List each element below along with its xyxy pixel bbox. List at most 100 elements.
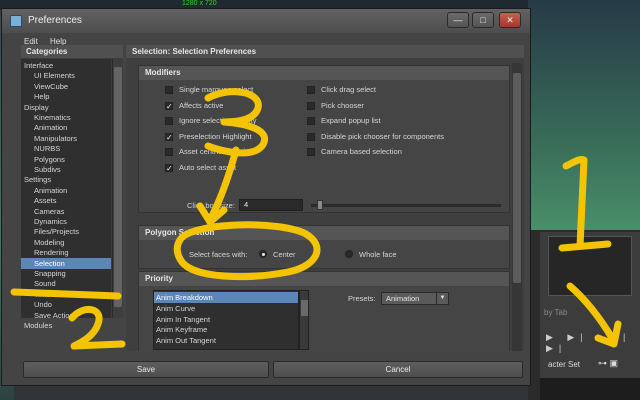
category-item[interactable]: Sound — [21, 278, 111, 289]
checkbox-label[interactable]: Ignore selection priority — [179, 116, 257, 125]
category-item[interactable]: Snapping — [21, 268, 111, 279]
category-item[interactable]: Kinematics — [21, 112, 111, 123]
category-item[interactable]: Save Actions — [21, 310, 111, 321]
checkbox-label[interactable]: Single marquee select — [179, 85, 253, 94]
select-faces-label: Select faces with: — [189, 250, 248, 259]
presets-value: Animation — [386, 294, 420, 303]
categories-scrollbar[interactable] — [112, 59, 123, 318]
checkbox-label[interactable]: Asset centric selection — [179, 147, 254, 156]
priority-scrollbar[interactable] — [299, 290, 309, 350]
category-item[interactable]: Time Slider — [21, 289, 111, 300]
playback-controls[interactable]: ▶ ▶| ▶▶| ▶| — [546, 332, 640, 354]
checkbox[interactable] — [307, 132, 315, 141]
center-option-label[interactable]: Center — [273, 250, 296, 259]
click-box-size-label: Click box size: — [187, 201, 235, 210]
categories-header: Categories — [21, 45, 123, 58]
category-item[interactable]: Display — [21, 102, 111, 113]
category-item[interactable]: Manipulators — [21, 133, 111, 144]
category-item[interactable]: Assets — [21, 195, 111, 206]
category-item[interactable]: Polygons — [21, 154, 111, 165]
whole-face-radio[interactable] — [345, 250, 353, 258]
side-panel-preview — [548, 236, 632, 296]
priority-list-item[interactable]: Anim In Tangent — [154, 314, 298, 325]
click-box-size-field[interactable]: 4 — [239, 199, 303, 211]
window-title: Preferences — [28, 15, 82, 26]
priority-heading[interactable]: Priority — [139, 272, 509, 286]
scrollbar-thumb[interactable] — [114, 67, 122, 307]
checkbox-label[interactable]: Auto select asset — [179, 163, 236, 172]
character-set-label: acter Set — [548, 360, 581, 369]
slider-thumb[interactable] — [316, 200, 323, 210]
category-item[interactable]: Dynamics — [21, 216, 111, 227]
category-item[interactable]: Selection — [21, 257, 111, 269]
checkbox-label[interactable]: Preselection Highlight — [179, 132, 252, 141]
title-bar[interactable]: Preferences — □ ✕ — [2, 9, 530, 33]
priority-list-item[interactable]: Anim Curve — [154, 303, 298, 314]
priority-list-item[interactable]: Anim Keyframe — [154, 324, 298, 335]
minimize-button[interactable]: — — [447, 12, 469, 28]
checkbox[interactable] — [165, 148, 173, 156]
checkbox-label[interactable]: Camera based selection — [321, 147, 402, 156]
maximize-button[interactable]: □ — [472, 12, 494, 28]
checkbox[interactable] — [307, 86, 315, 94]
checkbox-label[interactable]: Pick chooser — [321, 101, 364, 110]
chevron-down-icon: ▼ — [436, 293, 448, 304]
checkbox[interactable]: ✓ — [165, 101, 173, 110]
panel-scrollbar[interactable] — [512, 63, 522, 351]
priority-list-item[interactable]: Anim Breakdown — [154, 292, 298, 303]
checkbox-label[interactable]: Click drag select — [321, 85, 376, 94]
close-button[interactable]: ✕ — [499, 12, 521, 28]
category-item[interactable]: Undo — [21, 299, 111, 310]
checkbox-label[interactable]: Disable pick chooser for components — [321, 132, 444, 141]
category-item[interactable]: Modeling — [21, 237, 111, 248]
side-panel-bottom-bar — [540, 378, 640, 400]
whole-face-option-label[interactable]: Whole face — [359, 250, 397, 259]
category-item[interactable]: Subdivs — [21, 164, 111, 175]
categories-panel: Categories Interface UI Elements ViewCube H… — [21, 45, 123, 330]
polygon-selection-heading[interactable]: Polygon Selection — [139, 226, 509, 240]
click-box-size-slider[interactable] — [311, 204, 501, 207]
side-panel-tab[interactable]: by Tab — [544, 308, 567, 317]
checkbox[interactable] — [307, 101, 315, 110]
presets-label: Presets: — [348, 294, 376, 303]
cancel-button[interactable]: Cancel — [273, 361, 523, 378]
checkbox[interactable] — [165, 117, 173, 125]
category-item[interactable]: Interface — [21, 60, 111, 71]
key-icon[interactable]: ⊶ ▣ — [598, 358, 618, 369]
selection-preferences-panel: Selection: Selection Preferences Modifie… — [126, 45, 524, 351]
center-radio[interactable] — [259, 250, 267, 258]
scrollbar-thumb[interactable] — [513, 73, 521, 283]
category-item[interactable]: Animation — [21, 122, 111, 133]
category-item[interactable]: Animation — [21, 185, 111, 196]
scrollbar-thumb[interactable] — [301, 300, 308, 316]
category-item[interactable]: UI Elements — [21, 70, 111, 81]
modifiers-section: Modifiers Single marquee select ✓ Affects … — [138, 65, 510, 213]
categories-list[interactable]: Interface UI Elements ViewCube Help Display K… — [21, 59, 111, 330]
app-icon — [10, 15, 22, 27]
category-item[interactable]: Modules — [21, 320, 111, 331]
checkbox[interactable]: ✓ — [165, 163, 173, 172]
polygon-selection-section: Polygon Selection Select faces with: Cen… — [138, 225, 510, 269]
category-item[interactable]: Help — [21, 91, 111, 102]
category-item[interactable]: Files/Projects — [21, 226, 111, 237]
modifiers-heading[interactable]: Modifiers — [139, 66, 509, 80]
priority-list-item[interactable]: Anim Out Tangent — [154, 335, 298, 346]
priority-list-item[interactable]: Camera — [154, 346, 298, 349]
checkbox[interactable] — [307, 117, 315, 125]
checkbox[interactable] — [307, 148, 315, 156]
panel-title: Selection: Selection Preferences — [126, 45, 524, 58]
checkbox-label[interactable]: Affects active — [179, 101, 223, 110]
checkbox-label[interactable]: Expand popup list — [321, 116, 381, 125]
resolution-gate-label: 1280 x 720 — [182, 0, 217, 7]
category-item[interactable]: Settings — [21, 174, 111, 185]
category-item[interactable]: ViewCube — [21, 81, 111, 92]
category-item[interactable]: NURBS — [21, 143, 111, 154]
priority-section: Priority Anim Breakdown Anim Curve Anim In… — [138, 271, 510, 351]
checkbox[interactable]: ✓ — [165, 132, 173, 141]
presets-dropdown[interactable]: Animation ▼ — [381, 292, 449, 305]
category-item[interactable]: Rendering — [21, 247, 111, 258]
priority-list[interactable]: Anim Breakdown Anim Curve Anim In Tangent A… — [153, 290, 299, 350]
checkbox[interactable] — [165, 86, 173, 94]
save-button[interactable]: Save — [23, 361, 269, 378]
category-item[interactable]: Cameras — [21, 206, 111, 217]
